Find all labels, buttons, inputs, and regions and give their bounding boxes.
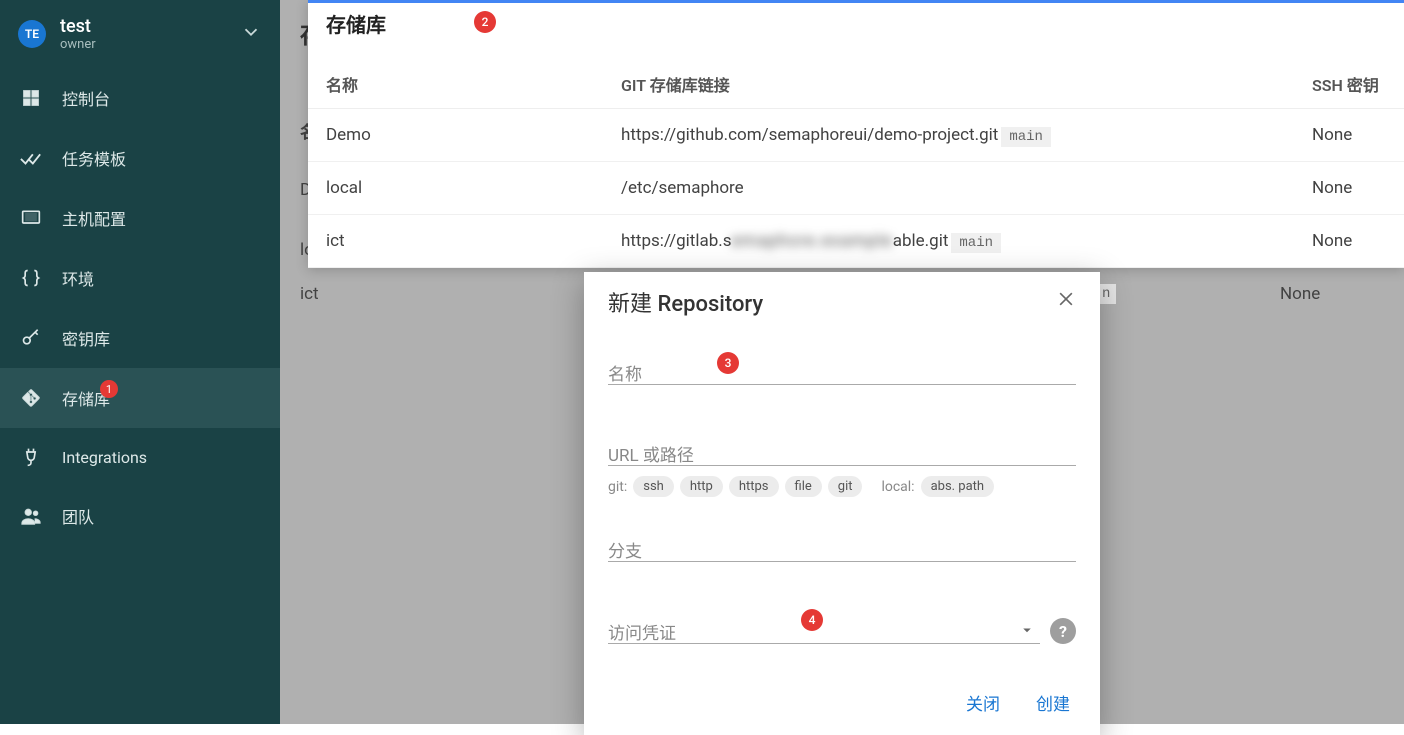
hint-tag-http: http [680,476,723,497]
url-input[interactable] [608,441,1076,466]
project-name: test [60,16,240,37]
check-all-icon [20,147,42,169]
sidebar-item-label: 任务模板 [62,146,126,170]
table-row[interactable]: ict https://gitlab.semaphore.exampleable… [308,215,1404,268]
hint-tag-file: file [785,476,822,497]
sidebar-item-team[interactable]: 团队 [0,486,280,546]
name-input[interactable] [608,360,1076,385]
sidebar-item-repositories[interactable]: 存储库 1 [0,368,280,428]
hint-local-label: local: [881,479,914,495]
branch-field: 分支 [608,537,1076,562]
credential-field: 访问凭证 4 ? [608,618,1076,644]
cell-name: ict [308,215,603,268]
cell-link: https://github.com/semaphoreui/demo-proj… [603,109,1294,162]
cell-link: https://gitlab.semaphore.exampleable.git… [603,215,1294,268]
sidebar-item-integrations[interactable]: Integrations [0,428,280,486]
sidebar-item-label: 密钥库 [62,326,110,350]
cell-name: local [308,162,603,215]
close-button[interactable] [1056,289,1076,315]
close-action-button[interactable]: 关闭 [966,690,1000,715]
monitor-icon [20,207,42,229]
sidebar-item-label: 环境 [62,266,94,290]
hint-tag-ssh: ssh [633,476,674,497]
bg-row-ict: ict [300,284,319,304]
cell-ssh: None [1294,215,1404,268]
url-field: URL 或路径 [608,441,1076,466]
redacted-text: emaphore.example [732,231,893,251]
bg-ssh: None [1280,284,1320,304]
sidebar-item-environment[interactable]: 环境 [0,248,280,308]
sidebar-item-templates[interactable]: 任务模板 [0,128,280,188]
avatar: TE [18,20,46,48]
th-link[interactable]: GIT 存储库链接 [603,60,1294,109]
table-row[interactable]: Demo https://github.com/semaphoreui/demo… [308,109,1404,162]
project-role: owner [60,37,240,52]
cell-ssh: None [1294,162,1404,215]
popup-title: 存储库 [308,3,1404,42]
hint-git-label: git: [608,479,627,495]
branch-input[interactable] [608,537,1076,562]
sidebar: TE test owner 控制台 任务模板 主机配置 环境 密钥库 存储库 1… [0,0,280,724]
repositories-popup: 存储库 2 名称 GIT 存储库链接 SSH 密钥 Demo https://g… [308,0,1404,268]
project-selector[interactable]: TE test owner [0,0,280,68]
url-hints: git: ssh http https file git local: abs.… [608,476,1076,497]
help-icon[interactable]: ? [1050,618,1076,644]
dashboard-icon [20,87,42,109]
close-icon [1056,289,1076,309]
branch-tag: main [1001,127,1051,147]
step-marker-1: 1 [100,380,118,398]
step-marker-4: 4 [801,609,823,631]
chevron-down-icon [240,21,262,47]
new-repository-dialog: 新建 Repository 名称 3 URL 或路径 git: ssh http… [584,272,1100,735]
table-row[interactable]: local /etc/semaphore None [308,162,1404,215]
cell-ssh: None [1294,109,1404,162]
create-button[interactable]: 创建 [1036,690,1070,715]
repositories-table: 名称 GIT 存储库链接 SSH 密钥 Demo https://github.… [308,60,1404,268]
hint-tag-git: git [828,476,863,497]
hint-tag-abspath: abs. path [921,476,995,497]
git-icon [20,387,42,409]
dialog-title: 新建 Repository [608,286,763,318]
sidebar-item-inventory[interactable]: 主机配置 [0,188,280,248]
bg-name: ict [300,284,319,304]
cell-name: Demo [308,109,603,162]
cell-link: /etc/semaphore [603,162,1294,215]
sidebar-item-dashboard[interactable]: 控制台 [0,68,280,128]
dialog-actions: 关闭 创建 [608,690,1076,715]
step-marker-2: 2 [474,11,496,33]
name-field: 名称 3 [608,360,1076,385]
branch-tag: main [951,233,1001,253]
braces-icon [20,267,42,289]
sidebar-item-keystore[interactable]: 密钥库 [0,308,280,368]
project-info: test owner [60,16,240,52]
sidebar-item-label: Integrations [62,448,147,467]
credential-select[interactable] [608,619,1040,644]
step-marker-3: 3 [717,352,739,374]
th-name[interactable]: 名称 [308,60,603,109]
sidebar-item-label: 控制台 [62,86,110,110]
th-ssh[interactable]: SSH 密钥 [1294,60,1404,109]
sidebar-item-label: 团队 [62,504,94,528]
plug-icon [20,446,42,468]
team-icon [20,505,42,527]
key-icon [20,327,42,349]
hint-tag-https: https [729,476,779,497]
sidebar-item-label: 主机配置 [62,206,126,230]
